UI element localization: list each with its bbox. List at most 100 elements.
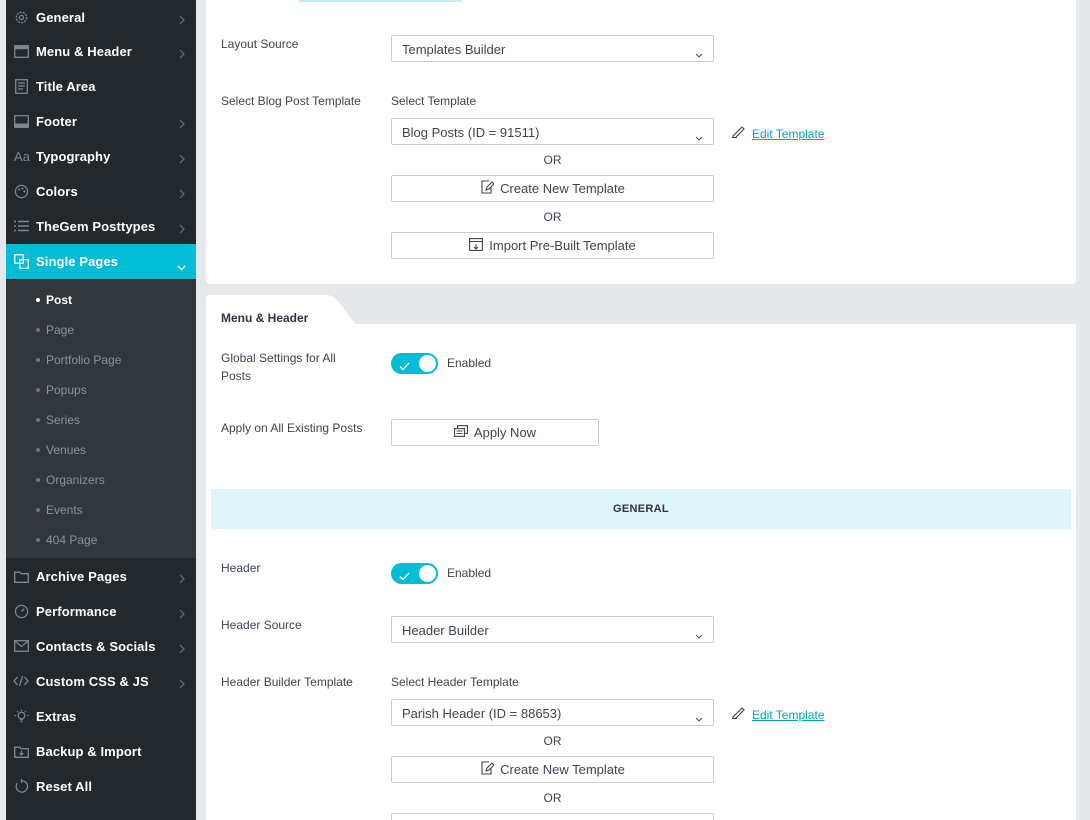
apply-now-button[interactable]: Apply Now xyxy=(391,419,599,446)
header-source-select[interactable]: Header Builder xyxy=(391,616,714,643)
import-icon xyxy=(469,237,484,254)
backup-icon xyxy=(13,743,29,759)
chevron-down-icon xyxy=(695,626,703,644)
chevron-right-icon xyxy=(179,116,185,134)
select-header-template-caption: Select Header Template xyxy=(391,675,519,689)
submenu-item-events[interactable]: Events xyxy=(6,494,196,524)
menu-header-panel: Global Settings for All Posts Enabled Ap… xyxy=(206,324,1076,820)
blog-template-select[interactable]: Blog Posts (ID = 91511) xyxy=(391,118,714,145)
submenu-item-popups[interactable]: Popups xyxy=(6,374,196,404)
sidebar-item-extras[interactable]: Extras xyxy=(6,699,196,734)
section-general-title: GENERAL xyxy=(613,503,669,515)
list-icon xyxy=(13,218,29,234)
sidebar-item-performance[interactable]: Performance xyxy=(6,594,196,629)
layout-source-select[interactable]: Templates Builder xyxy=(391,35,714,62)
header-source-label: Header Source xyxy=(221,618,302,632)
layout-panel: Layout Source Templates Builder Select B… xyxy=(206,0,1076,284)
chevron-right-icon xyxy=(179,641,185,659)
sidebar-item-label: Extras xyxy=(36,709,77,724)
single-pages-icon xyxy=(13,253,29,269)
archive-icon xyxy=(13,568,29,584)
chevron-right-icon xyxy=(179,221,185,239)
submenu-item-404-page[interactable]: 404 Page xyxy=(6,524,196,554)
apply-existing-label: Apply on All Existing Posts xyxy=(221,421,363,435)
sidebar-item-reset-all[interactable]: Reset All xyxy=(6,769,196,804)
sidebar-item-backup-import[interactable]: Backup & Import xyxy=(6,734,196,769)
header-label: Header xyxy=(221,561,261,575)
or-divider: OR xyxy=(543,734,562,748)
sidebar-item-footer[interactable]: Footer xyxy=(6,104,196,139)
copy-icon xyxy=(453,425,468,440)
sidebar-item-typography[interactable]: Aa Typography xyxy=(6,139,196,174)
sidebar-item-label: Colors xyxy=(36,184,78,199)
create-new-template-button[interactable]: Create New Template xyxy=(391,175,714,202)
submenu-item-post[interactable]: Post xyxy=(6,284,196,314)
bulb-icon xyxy=(13,708,29,724)
single-pages-submenu: Post Page Portfolio Page Popups Series V… xyxy=(6,280,196,558)
sidebar-item-colors[interactable]: Colors xyxy=(6,174,196,209)
import-prebuilt-header-template-button[interactable] xyxy=(391,813,714,820)
sidebar-item-label: TheGem Posttypes xyxy=(36,219,156,234)
or-divider: OR xyxy=(543,791,562,805)
sidebar-item-label: Title Area xyxy=(36,79,96,94)
reset-icon xyxy=(13,778,29,794)
sidebar-item-custom-css-js[interactable]: Custom CSS & JS xyxy=(6,664,196,699)
sidebar-item-label: General xyxy=(36,10,86,25)
section-general-header: GENERAL xyxy=(211,489,1071,529)
header-template-select[interactable]: Parish Header (ID = 88653) xyxy=(391,699,714,726)
title-area-icon xyxy=(13,78,29,94)
edit-document-icon xyxy=(480,180,495,197)
global-settings-toggle[interactable] xyxy=(391,353,438,374)
gauge-icon xyxy=(13,603,29,619)
edit-header-template-link[interactable]: Edit Template xyxy=(731,705,825,724)
submenu-item-series[interactable]: Series xyxy=(6,404,196,434)
envelope-icon xyxy=(13,638,29,654)
layout-source-label: Layout Source xyxy=(221,37,299,51)
palette-icon xyxy=(13,183,29,199)
sidebar-item-label: Contacts & Socials xyxy=(36,639,156,654)
pen-icon xyxy=(731,124,746,143)
chevron-right-icon xyxy=(179,151,185,169)
header-toggle[interactable] xyxy=(391,563,438,584)
create-new-header-template-button[interactable]: Create New Template xyxy=(391,756,714,783)
blog-template-label: Select Blog Post Template xyxy=(221,94,361,108)
sidebar-item-thegem-posttypes[interactable]: TheGem Posttypes xyxy=(6,209,196,244)
edit-document-icon xyxy=(480,761,495,778)
chevron-down-icon xyxy=(695,45,703,63)
sidebar-item-menu-header[interactable]: Menu & Header xyxy=(6,34,196,69)
submenu-item-venues[interactable]: Venues xyxy=(6,434,196,464)
chevron-down-icon xyxy=(177,258,186,276)
sidebar-item-single-pages[interactable]: Single Pages xyxy=(6,244,196,279)
header-state: Enabled xyxy=(447,566,492,580)
sidebar-item-label: Custom CSS & JS xyxy=(36,674,149,689)
tab-indicator xyxy=(299,0,462,2)
chevron-down-icon xyxy=(695,128,703,146)
sidebar-item-label: Archive Pages xyxy=(36,569,127,584)
tab-menu-header-label: Menu & Header xyxy=(221,311,309,325)
global-settings-state: Enabled xyxy=(447,356,492,370)
sidebar-item-label: Reset All xyxy=(36,779,93,794)
sidebar-item-title-area[interactable]: Title Area xyxy=(6,69,196,104)
sidebar-item-contacts-socials[interactable]: Contacts & Socials xyxy=(6,629,196,664)
chevron-right-icon xyxy=(179,186,185,204)
submenu-item-portfolio-page[interactable]: Portfolio Page xyxy=(6,344,196,374)
import-prebuilt-template-button[interactable]: Import Pre-Built Template xyxy=(391,232,714,259)
pen-icon xyxy=(731,705,746,724)
edit-template-link[interactable]: Edit Template xyxy=(731,124,825,143)
chevron-right-icon xyxy=(179,571,185,589)
sidebar-item-label: Backup & Import xyxy=(36,744,142,759)
header-builder-template-label: Header Builder Template xyxy=(221,675,353,689)
sidebar-item-label: Footer xyxy=(36,114,78,129)
check-icon xyxy=(399,568,410,586)
sidebar-item-archive-pages[interactable]: Archive Pages xyxy=(6,559,196,594)
gear-icon xyxy=(13,9,29,25)
submenu-item-page[interactable]: Page xyxy=(6,314,196,344)
submenu-item-organizers[interactable]: Organizers xyxy=(6,464,196,494)
sidebar-item-label: Performance xyxy=(36,604,117,619)
select-template-caption: Select Template xyxy=(391,94,477,108)
check-icon xyxy=(399,358,410,376)
typography-icon: Aa xyxy=(14,148,30,164)
chevron-right-icon xyxy=(179,46,185,64)
sidebar-item-general[interactable]: General xyxy=(6,0,196,35)
global-settings-label: Global Settings for All Posts xyxy=(221,351,336,383)
